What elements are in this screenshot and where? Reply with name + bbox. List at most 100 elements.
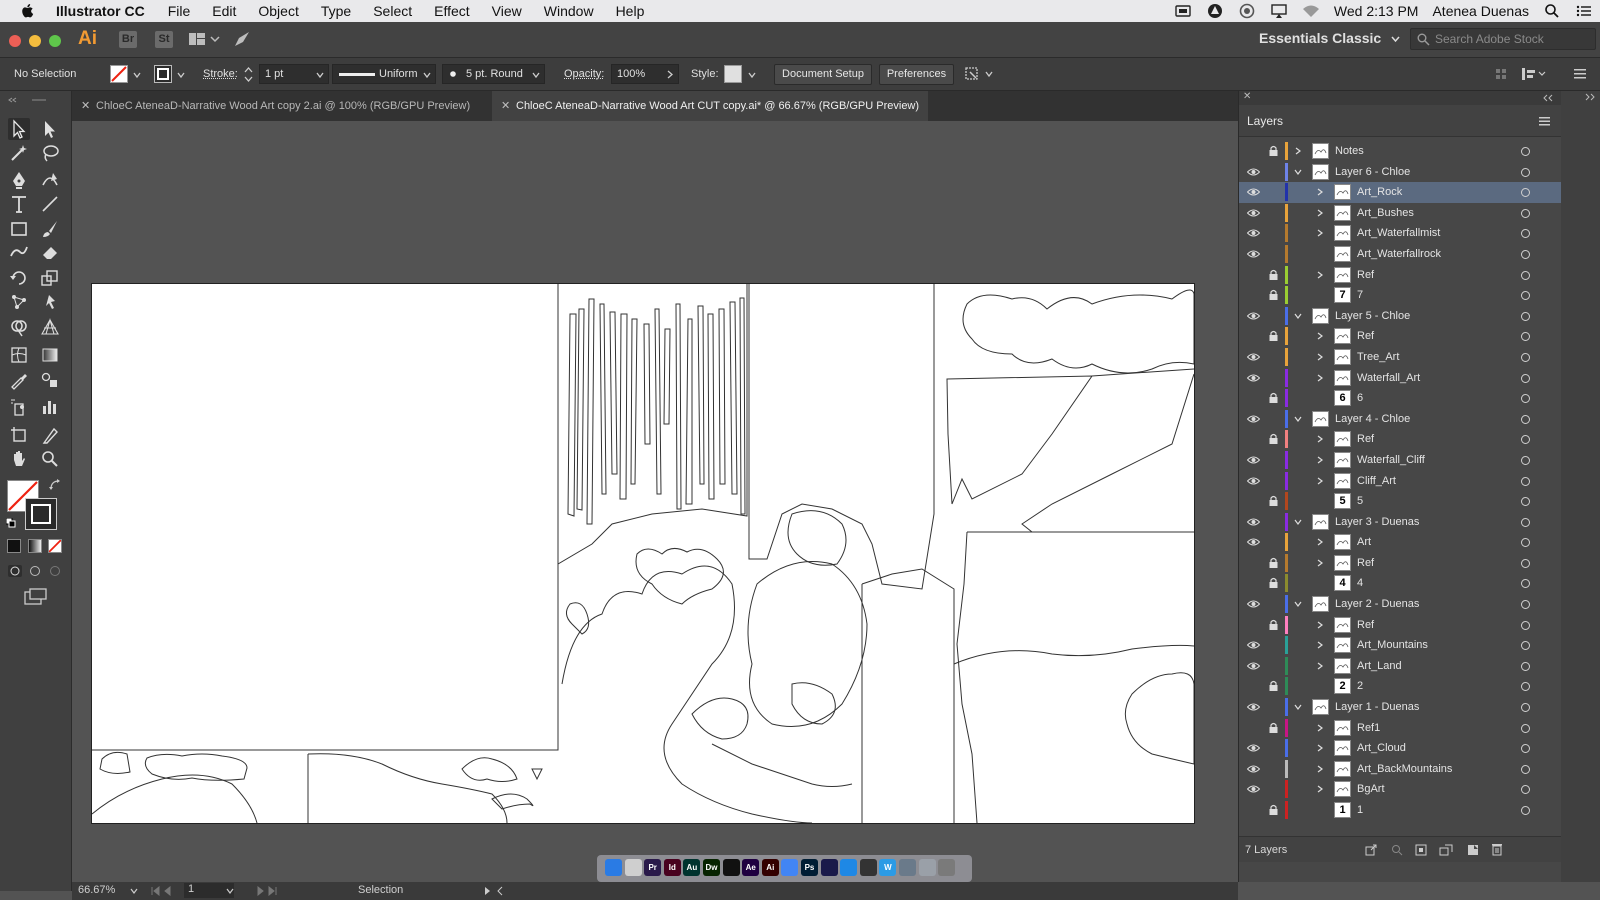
gradient-tool-icon[interactable] xyxy=(39,344,61,366)
layer-name[interactable]: Layer 2 - Duenas xyxy=(1335,598,1419,610)
artboard-tool-icon[interactable] xyxy=(8,424,30,446)
eraser-tool-icon[interactable] xyxy=(39,241,61,263)
sublayer-row[interactable]: 11 xyxy=(1239,800,1562,821)
target-circle-icon[interactable] xyxy=(1521,332,1530,342)
visibility-toggle[interactable] xyxy=(1247,290,1260,300)
magic-wand-tool-icon[interactable] xyxy=(8,142,30,164)
document-tab-cut-copy[interactable]: ✕ ChloeC AteneaD-Narrative Wood Art CUT … xyxy=(492,91,928,121)
brush-definition[interactable]: 5 pt. Round xyxy=(442,64,545,84)
lock-icon[interactable] xyxy=(1269,557,1278,568)
expand-arrow-icon[interactable] xyxy=(1294,600,1302,608)
layer-name[interactable]: Art_Mountains xyxy=(1357,639,1428,651)
target-circle-icon[interactable] xyxy=(1521,167,1530,177)
sublayer-row[interactable]: Ref1 xyxy=(1239,718,1562,739)
visibility-eye-icon[interactable] xyxy=(1247,208,1260,218)
stroke-weight-input[interactable]: 1 pt xyxy=(259,64,329,84)
layer-name[interactable]: Ref xyxy=(1357,269,1374,281)
lock-icon[interactable] xyxy=(1269,619,1278,630)
gradient-mode-button[interactable] xyxy=(28,539,42,553)
sublayer-row[interactable]: 77 xyxy=(1239,285,1562,306)
lock-toggle[interactable] xyxy=(1269,372,1278,383)
default-fill-stroke-icon[interactable] xyxy=(6,518,16,528)
clipping-mask-icon[interactable] xyxy=(1415,844,1427,856)
shape-builder-tool-icon[interactable] xyxy=(8,316,30,338)
dock-app-icon[interactable]: Dw xyxy=(703,859,720,876)
sublayer-row[interactable]: Art_Cloud xyxy=(1239,738,1562,759)
first-prev-artboard-icon[interactable] xyxy=(150,886,180,896)
sublayer-row[interactable]: Ref xyxy=(1239,429,1562,450)
lock-icon[interactable] xyxy=(1269,330,1278,342)
lock-toggle[interactable] xyxy=(1269,475,1278,486)
lock-toggle[interactable] xyxy=(1269,598,1278,609)
sublayer-row[interactable]: 22 xyxy=(1239,676,1562,697)
lock-toggle[interactable] xyxy=(1269,248,1278,259)
document-tab-copy-2[interactable]: ✕ ChloeC AteneaD-Narrative Wood Art copy… xyxy=(72,91,490,121)
apple-icon[interactable] xyxy=(18,3,38,19)
zoom-window-button[interactable] xyxy=(49,35,61,47)
target-circle-icon[interactable] xyxy=(1521,476,1530,486)
visibility-eye-icon[interactable] xyxy=(1247,661,1260,671)
visibility-toggle[interactable] xyxy=(1247,805,1260,815)
dock-app-icon[interactable]: Pr xyxy=(644,859,662,876)
lock-icon[interactable] xyxy=(1269,680,1278,692)
display-status-icon[interactable] xyxy=(1174,3,1192,19)
visibility-eye-icon[interactable] xyxy=(1247,455,1260,465)
dock-app-icon[interactable] xyxy=(918,859,936,876)
layer-name[interactable]: Art_Bushes xyxy=(1357,207,1414,219)
visibility-toggle[interactable] xyxy=(1247,681,1260,691)
lock-icon[interactable] xyxy=(1269,433,1278,445)
artboard[interactable] xyxy=(91,283,1195,824)
collapse-arrow-icon[interactable] xyxy=(1316,662,1324,670)
line-segment-tool-icon[interactable] xyxy=(39,193,61,215)
sublayer-row[interactable]: Art_Bushes xyxy=(1239,203,1562,224)
lock-toggle[interactable] xyxy=(1269,413,1278,424)
dock-app-icon[interactable]: Ai xyxy=(761,859,779,876)
preferences-button[interactable]: Preferences xyxy=(879,64,954,85)
close-tab-icon[interactable]: ✕ xyxy=(501,91,510,121)
wifi-icon[interactable] xyxy=(1302,3,1320,19)
next-last-artboard-icon[interactable] xyxy=(248,886,278,896)
sublayer-row[interactable]: Ref xyxy=(1239,553,1562,574)
layer-name[interactable]: Art_Cloud xyxy=(1357,742,1406,754)
dock-app-icon[interactable] xyxy=(840,859,858,876)
collapse-arrow-icon[interactable] xyxy=(1316,332,1324,340)
collapse-panel-icon[interactable] xyxy=(1543,94,1553,102)
layer-name[interactable]: 4 xyxy=(1357,577,1363,589)
collapse-arrow-icon[interactable] xyxy=(1316,353,1324,361)
target-circle-icon[interactable] xyxy=(1521,229,1530,239)
target-circle-icon[interactable] xyxy=(1521,744,1530,754)
lock-icon[interactable] xyxy=(1269,145,1278,156)
visibility-eye-icon[interactable] xyxy=(1247,311,1260,321)
app-menu[interactable]: Illustrator CC xyxy=(56,3,145,19)
zoom-tool-icon[interactable] xyxy=(39,448,61,470)
collapse-arrow-icon[interactable] xyxy=(1316,559,1324,567)
direct-selection-tool-icon[interactable] xyxy=(39,118,61,140)
perspective-grid-tool-icon[interactable] xyxy=(39,316,61,338)
sublayer-row[interactable]: Art xyxy=(1239,532,1562,553)
chevron-down-icon[interactable] xyxy=(133,71,141,79)
lock-toggle[interactable] xyxy=(1269,166,1278,177)
sublayer-row[interactable]: Cliff_Art xyxy=(1239,471,1562,492)
pen-tool-icon[interactable] xyxy=(8,169,30,191)
panel-collapse-icon[interactable] xyxy=(8,97,64,103)
sublayer-row[interactable]: Waterfall_Art xyxy=(1239,368,1562,389)
lock-icon[interactable] xyxy=(1269,289,1278,301)
clock[interactable]: Wed 2:13 PM xyxy=(1334,3,1419,19)
visibility-eye-icon[interactable] xyxy=(1247,249,1260,259)
layer-name[interactable]: Layer 3 - Duenas xyxy=(1335,516,1419,528)
minimize-window-button[interactable] xyxy=(29,35,41,47)
visibility-eye-icon[interactable] xyxy=(1247,476,1260,486)
close-tab-icon[interactable]: ✕ xyxy=(81,91,90,121)
sublayer-row[interactable]: Ref xyxy=(1239,265,1562,286)
user-name[interactable]: Atenea Duenas xyxy=(1432,3,1529,19)
collapse-arrow-icon[interactable] xyxy=(1316,621,1324,629)
target-circle-icon[interactable] xyxy=(1521,600,1530,610)
collapse-arrow-icon[interactable] xyxy=(1316,271,1324,279)
chevron-down-icon[interactable] xyxy=(130,887,138,895)
sublayer-row[interactable]: BgArt xyxy=(1239,779,1562,800)
sublayer-row[interactable]: Tree_Art xyxy=(1239,347,1562,368)
target-circle-icon[interactable] xyxy=(1521,579,1530,589)
visibility-toggle[interactable] xyxy=(1247,558,1260,568)
visibility-eye-icon[interactable] xyxy=(1247,373,1260,383)
target-circle-icon[interactable] xyxy=(1521,682,1530,692)
